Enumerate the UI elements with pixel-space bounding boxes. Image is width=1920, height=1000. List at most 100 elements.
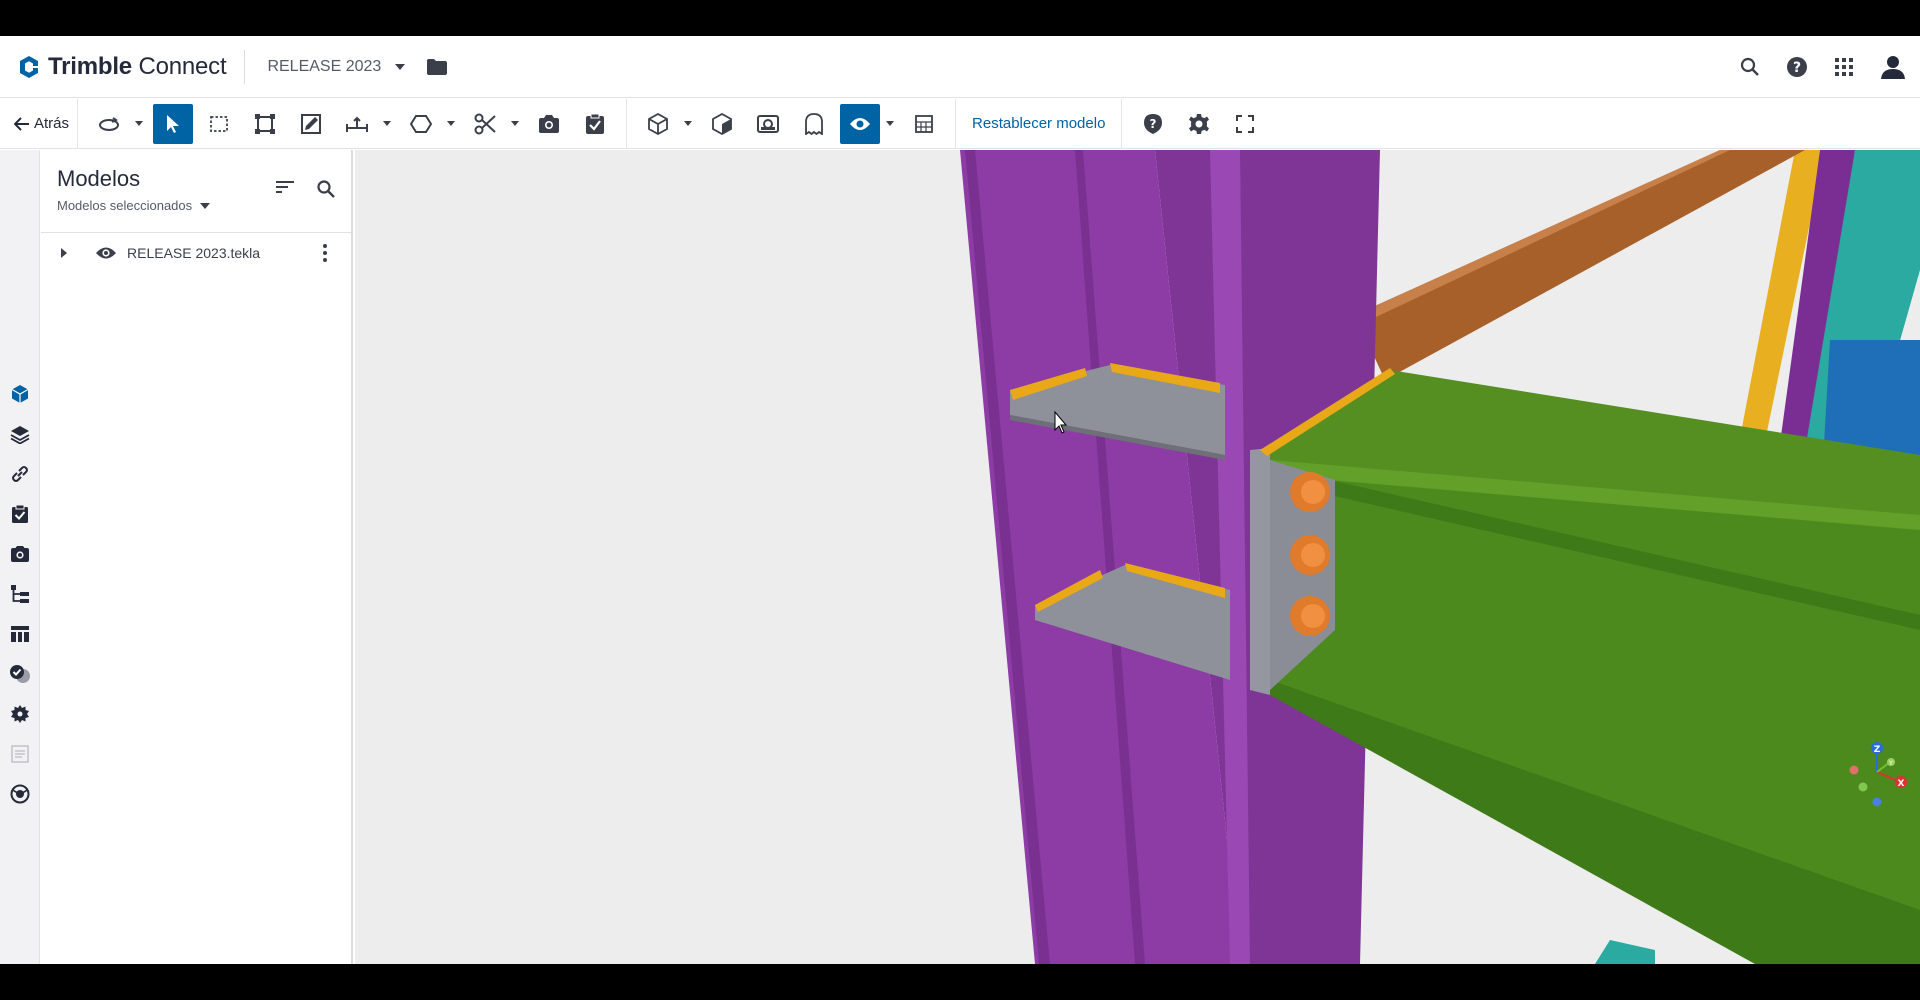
axis-y-label: Y xyxy=(1888,760,1893,767)
apps-grid-icon[interactable] xyxy=(1834,57,1854,77)
link-icon xyxy=(12,466,28,482)
layers-icon xyxy=(10,426,30,444)
box-view-dropdown[interactable] xyxy=(681,104,695,144)
folder-icon[interactable] xyxy=(427,58,448,75)
visibility-dropdown[interactable] xyxy=(883,104,897,144)
models-panel: Modelos Modelos seleccionados RELEASE 20… xyxy=(41,150,353,964)
models-filter-dropdown[interactable]: Modelos seleccionados xyxy=(57,198,211,213)
visibility-eye-icon[interactable] xyxy=(95,246,117,260)
screen-frame: Trimble Connect RELEASE 2023 ? Atrás Res… xyxy=(0,0,1920,1000)
settings-button[interactable] xyxy=(1179,104,1219,144)
fullscreen-icon xyxy=(1236,114,1255,133)
clipping-dropdown[interactable] xyxy=(508,104,522,144)
measure-icon xyxy=(346,116,369,132)
rail-clash[interactable] xyxy=(8,662,32,686)
brand-logo[interactable]: Trimble Connect xyxy=(16,53,227,81)
viewer-toolbar: Atrás Restablecer modelo ? xyxy=(0,98,1920,149)
box-view-icon xyxy=(648,112,668,135)
rail-sphere[interactable] xyxy=(8,782,32,806)
edit-icon xyxy=(301,113,322,134)
header-actions: ? xyxy=(1740,36,1906,98)
snapshot-button[interactable] xyxy=(529,104,569,144)
fit-selection-button[interactable] xyxy=(245,104,285,144)
sort-icon[interactable] xyxy=(275,180,295,194)
ghost-button[interactable] xyxy=(794,104,834,144)
edit-button[interactable] xyxy=(291,104,331,144)
markup-dropdown[interactable] xyxy=(444,104,458,144)
extensions-gear-icon xyxy=(11,705,29,723)
bolt-group xyxy=(1290,472,1330,636)
settings-gear-icon xyxy=(1189,113,1210,134)
create-todo-icon xyxy=(586,113,605,134)
area-select-icon xyxy=(210,115,228,132)
rail-links[interactable] xyxy=(8,462,32,486)
views-camera-icon xyxy=(11,546,29,562)
walk-button[interactable] xyxy=(748,104,788,144)
visibility-button[interactable] xyxy=(840,103,881,144)
box-view-button[interactable] xyxy=(638,104,678,144)
user-avatar-icon[interactable] xyxy=(1880,54,1906,80)
toolbar-separator xyxy=(626,98,628,149)
axis-z-label: Z xyxy=(1874,745,1881,755)
svg-text:?: ? xyxy=(1793,60,1801,76)
more-options-icon[interactable] xyxy=(323,244,327,262)
select-pointer-icon xyxy=(167,114,180,133)
filter-label: Modelos seleccionados xyxy=(57,198,193,213)
orbit-dropdown[interactable] xyxy=(132,104,146,144)
panel-title: Modelos xyxy=(57,166,141,191)
markup-shape-button[interactable] xyxy=(401,104,441,144)
trimble-logo-icon xyxy=(20,55,38,78)
view-cube-icon xyxy=(712,112,732,135)
rail-todos[interactable] xyxy=(8,502,32,526)
rail-layers[interactable] xyxy=(8,422,32,446)
project-selector[interactable]: RELEASE 2023 xyxy=(267,57,406,76)
create-todo-button[interactable] xyxy=(575,104,615,144)
clash-icon xyxy=(10,665,30,683)
toolbar-separator xyxy=(77,98,79,149)
back-label: Atrás xyxy=(34,115,70,132)
view-cube-button[interactable] xyxy=(702,104,742,144)
model-viewport[interactable]: Z Y X xyxy=(355,150,1920,964)
markup-shape-icon xyxy=(410,114,433,133)
search-icon[interactable] xyxy=(1740,57,1760,77)
rail-models[interactable] xyxy=(8,382,32,406)
expand-arrow-icon[interactable] xyxy=(61,248,67,258)
header-divider xyxy=(244,49,246,84)
table-icon xyxy=(11,626,29,642)
orbit-icon xyxy=(99,116,120,131)
ghost-icon xyxy=(805,112,823,135)
app-window: Trimble Connect RELEASE 2023 ? Atrás Res… xyxy=(0,36,1920,964)
toolbar-help-button[interactable]: ? xyxy=(1133,104,1173,144)
area-select-button[interactable] xyxy=(199,104,239,144)
rail-documents[interactable] xyxy=(8,742,32,766)
organizer-tree-icon xyxy=(11,585,29,603)
document-icon xyxy=(11,745,29,763)
model-list-item[interactable]: RELEASE 2023.tekla xyxy=(41,234,351,272)
search-icon[interactable] xyxy=(317,180,335,198)
project-name: RELEASE 2023 xyxy=(267,57,382,75)
back-button[interactable]: Atrás xyxy=(14,104,69,144)
visibility-eye-icon xyxy=(850,117,871,130)
measure-button[interactable] xyxy=(337,104,377,144)
clipping-scissors-icon xyxy=(474,113,496,134)
measure-dropdown[interactable] xyxy=(380,104,394,144)
reset-model-button[interactable]: Restablecer modelo xyxy=(972,115,1105,132)
transparency-button[interactable] xyxy=(904,104,944,144)
rail-views[interactable] xyxy=(8,542,32,566)
help-icon[interactable]: ? xyxy=(1786,56,1808,78)
help-icon: ? xyxy=(1144,113,1163,134)
end-plate xyxy=(1250,448,1270,695)
fit-selection-icon xyxy=(255,113,276,134)
clipping-button[interactable] xyxy=(465,104,505,144)
orbit-button[interactable] xyxy=(89,104,129,144)
rail-table[interactable] xyxy=(8,622,32,646)
svg-text:?: ? xyxy=(1150,117,1157,131)
toolbar-separator xyxy=(955,98,957,149)
select-button[interactable] xyxy=(153,103,194,144)
fullscreen-button[interactable] xyxy=(1225,104,1265,144)
rail-extensions[interactable] xyxy=(8,702,32,726)
panel-tools xyxy=(275,180,335,198)
rail-organizer[interactable] xyxy=(8,582,32,606)
chevron-down-icon xyxy=(395,63,406,70)
top-header: Trimble Connect RELEASE 2023 ? xyxy=(0,36,1920,98)
